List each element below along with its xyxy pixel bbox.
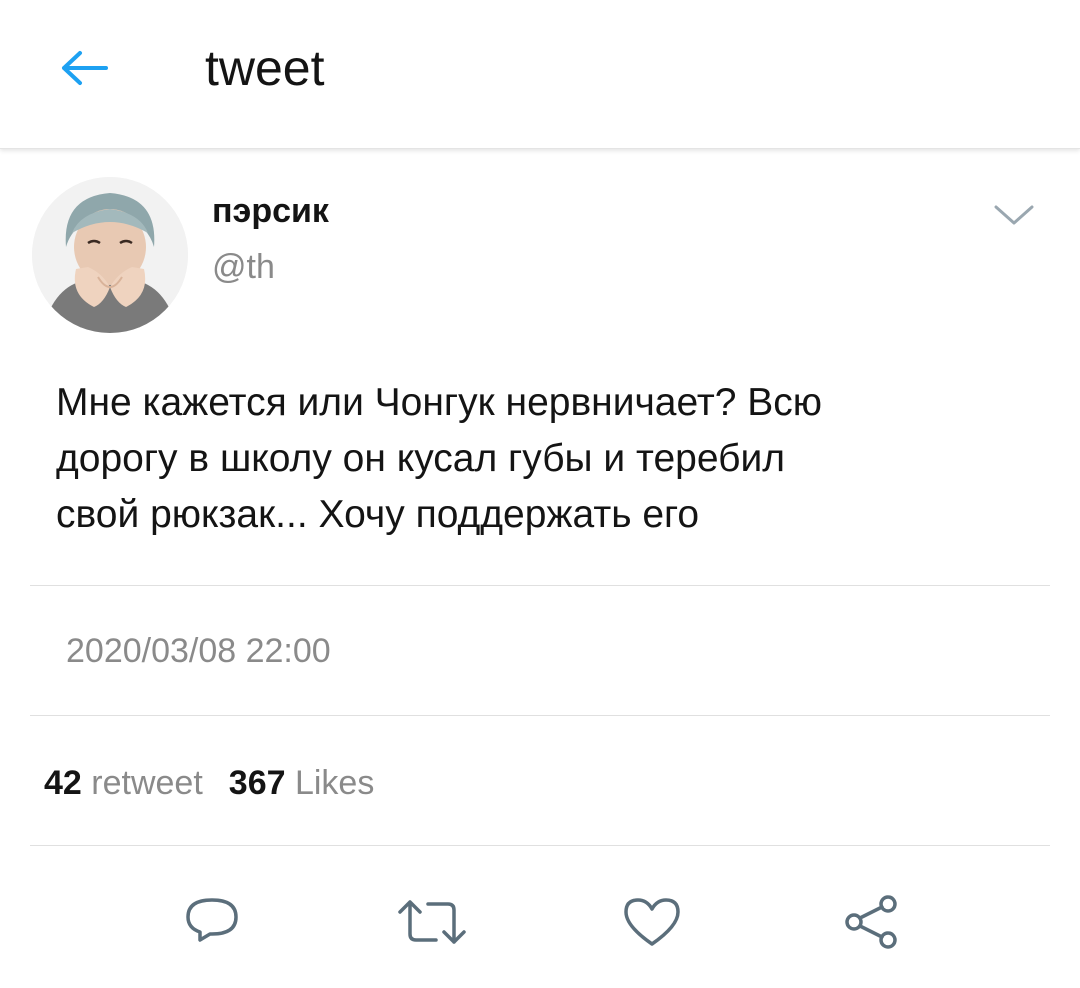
share-button[interactable] xyxy=(834,884,910,960)
tweet-timestamp: 2020/03/08 22:00 xyxy=(66,632,331,670)
tweet-text-line: свой рюкзак... Хочу поддержать его xyxy=(56,493,700,536)
tweet-text-line: Мне кажется или Чонгук нервничает? Всю xyxy=(56,381,823,424)
like-button[interactable] xyxy=(614,884,690,960)
tweet-text-line: дорогу в школу он кусал губы и теребил xyxy=(56,437,785,480)
back-button[interactable] xyxy=(48,36,120,100)
author-handle[interactable]: @th xyxy=(212,245,275,289)
retweet-count: 42 xyxy=(44,764,82,802)
tweet-stats: 42 retweet 367 Likes xyxy=(44,761,374,805)
avatar[interactable] xyxy=(32,177,188,333)
chevron-down-icon xyxy=(994,205,1034,225)
reply-icon xyxy=(186,898,238,942)
avatar-image xyxy=(32,177,188,333)
arrow-left-icon xyxy=(62,51,108,85)
author-display-name[interactable]: пэрсик xyxy=(212,189,329,233)
likes-label: Likes xyxy=(294,764,375,802)
divider xyxy=(30,585,1050,586)
top-bar: tweet xyxy=(0,0,1080,149)
heart-icon xyxy=(624,898,680,946)
likes-stat[interactable]: 367 Likes xyxy=(229,764,375,802)
tweet-detail: пэрсик @th Мне кажется или Чонгук нервни… xyxy=(0,149,1080,988)
tweet-text: Мне кажется или Чонгук нервничает? Всю д… xyxy=(56,375,1036,543)
retweet-icon xyxy=(398,900,466,944)
retweet-button[interactable] xyxy=(394,884,470,960)
divider xyxy=(30,715,1050,716)
likes-count: 367 xyxy=(228,764,286,802)
page-title: tweet xyxy=(205,40,325,96)
divider xyxy=(30,845,1050,846)
reply-button[interactable] xyxy=(174,884,250,960)
retweets-stat[interactable]: 42 retweet xyxy=(44,764,203,802)
tweet-menu-button[interactable] xyxy=(990,195,1038,235)
share-icon xyxy=(845,895,897,949)
retweet-label: retweet xyxy=(91,764,203,802)
